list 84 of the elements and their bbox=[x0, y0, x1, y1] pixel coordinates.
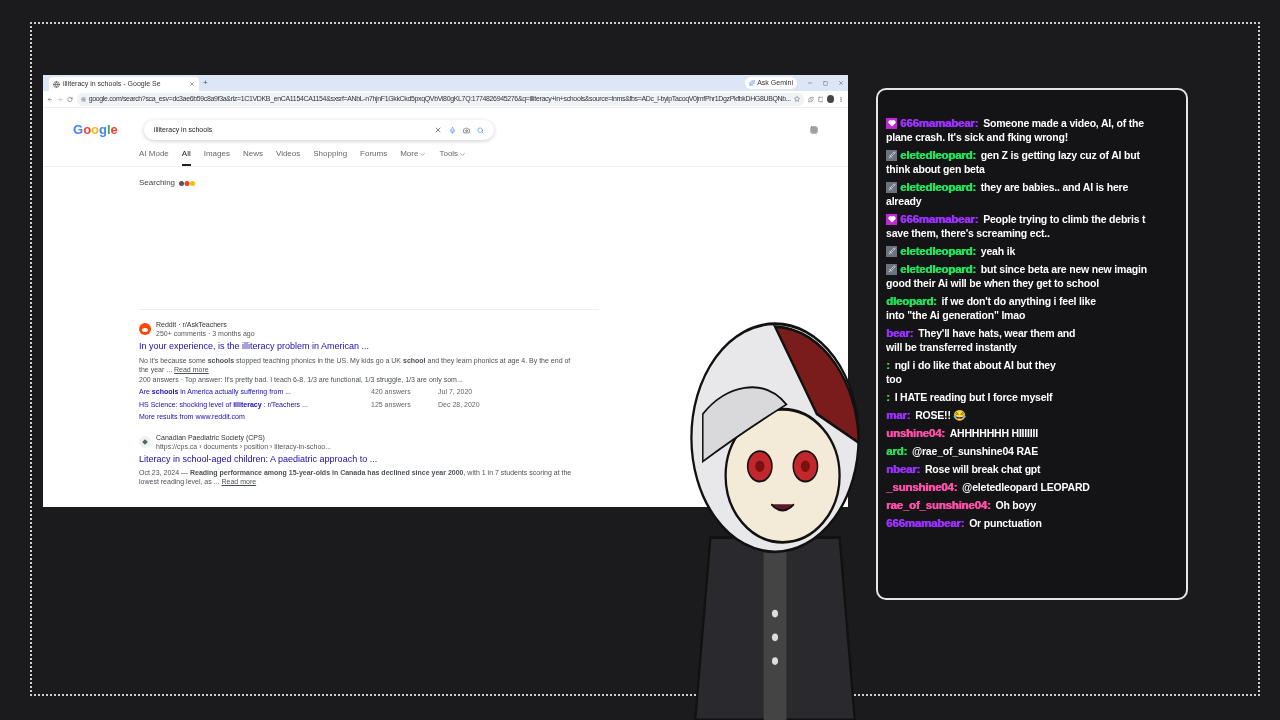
back-icon[interactable] bbox=[47, 95, 53, 103]
chat-message: good their Ai will be when they get to school bbox=[886, 276, 1100, 290]
chat-message: @rae_of_sunshine04 RAE bbox=[911, 444, 1038, 458]
chat-username: mar: bbox=[886, 408, 911, 422]
status-text: Searching bbox=[139, 177, 176, 189]
chat-username: 666mamabear: bbox=[900, 116, 979, 130]
chat-message: into "the Ai generation" lmao bbox=[886, 308, 1027, 322]
chat-message: Oh boyy bbox=[995, 498, 1037, 512]
search-icon[interactable] bbox=[476, 126, 484, 134]
chat-message: will be transferred instantly bbox=[886, 340, 1018, 354]
reload-icon[interactable] bbox=[66, 95, 73, 103]
maximize-icon[interactable] bbox=[823, 80, 828, 86]
chat-username: ard: bbox=[886, 444, 907, 458]
chat-message: too bbox=[886, 372, 903, 386]
clear-icon[interactable] bbox=[433, 126, 442, 134]
microphone-icon[interactable] bbox=[448, 126, 456, 134]
search-tab[interactable]: AI Mode bbox=[139, 148, 169, 166]
site-logo-icon bbox=[139, 435, 151, 448]
new-tab-button[interactable]: + bbox=[203, 77, 208, 89]
search-tab[interactable]: More bbox=[400, 148, 427, 166]
search-tab[interactable]: Forums bbox=[360, 148, 388, 166]
globe-icon bbox=[53, 80, 60, 88]
chat-username: eletedleopard: bbox=[900, 262, 976, 276]
site-logo-icon bbox=[139, 323, 151, 335]
chat-message: think about gen beta bbox=[886, 162, 986, 176]
chat-username: unshine04: bbox=[886, 426, 945, 440]
chat-message: I HATE reading but I force myself bbox=[894, 390, 1053, 404]
chat-username: eletedleopard: bbox=[900, 244, 976, 258]
chat-username: : bbox=[886, 358, 890, 372]
search-tab[interactable]: Images bbox=[203, 148, 230, 166]
profile-avatar[interactable] bbox=[827, 95, 835, 103]
search-tab[interactable]: Videos bbox=[275, 148, 301, 166]
chat-username: _sunshine04: bbox=[886, 480, 958, 494]
chat-username: eletedleopard: bbox=[900, 180, 976, 194]
sword-badge-icon bbox=[886, 149, 897, 161]
chat-message: but since beta are new new imagin bbox=[980, 262, 1147, 276]
chat-message: ROSE!! 😂 bbox=[915, 408, 967, 422]
sparkle-icon bbox=[749, 80, 756, 86]
chat-message: They'll have hats, wear them and bbox=[918, 326, 1076, 340]
site-settings-icon bbox=[80, 96, 86, 102]
chat-message: @eletedleopard LEOPARD bbox=[962, 480, 1090, 494]
extensions-icon[interactable] bbox=[807, 95, 814, 103]
result-title-link[interactable]: Literacy in school-aged children: A paediatric approach to ... bbox=[139, 452, 579, 466]
chat-username: : bbox=[886, 390, 890, 404]
heart-badge-icon bbox=[886, 213, 897, 225]
chat-message: yeah ik bbox=[980, 244, 1016, 258]
search-tab[interactable]: Tools bbox=[439, 148, 467, 166]
chat-username: bear: bbox=[886, 326, 914, 340]
chat-message: Someone made a video, AI, of the bbox=[983, 116, 1144, 130]
chat-message: People trying to climb the debris t bbox=[983, 212, 1146, 226]
search-tab[interactable]: All bbox=[181, 148, 191, 166]
chat-message: gen Z is getting lazy cuz of AI but bbox=[980, 148, 1140, 162]
sword-badge-icon bbox=[886, 181, 897, 193]
heart-badge-icon bbox=[886, 117, 897, 129]
chat-message: Rose will break chat gpt bbox=[924, 462, 1041, 476]
close-icon[interactable] bbox=[838, 80, 844, 86]
chat-message: ngl i do like that about AI but they bbox=[894, 358, 1056, 372]
chat-message: AHHHHHHH HIIIIIII bbox=[949, 426, 1038, 440]
close-icon[interactable] bbox=[189, 81, 195, 87]
chat-message: they are babies.. and AI is here bbox=[980, 180, 1129, 194]
chat-username: eletedleopard: bbox=[900, 148, 976, 162]
minimize-icon[interactable] bbox=[807, 80, 813, 86]
sword-badge-icon bbox=[886, 245, 897, 257]
forward-icon[interactable] bbox=[56, 95, 63, 103]
sword-badge-icon bbox=[886, 263, 897, 275]
side-panel-icon[interactable] bbox=[817, 95, 824, 103]
bookmark-icon[interactable] bbox=[793, 96, 800, 102]
chat-message: plane crash. It's sick and fking wrong! bbox=[886, 130, 1069, 144]
loading-dots-icon bbox=[179, 180, 196, 186]
chat-username: dleopard: bbox=[886, 294, 937, 308]
chat-username: rae_of_sunshine04: bbox=[886, 498, 991, 512]
chat-username: 666mamabear: bbox=[900, 212, 979, 226]
chat-message: save them, there's screaming ect.. bbox=[886, 226, 1051, 240]
search-tab[interactable]: News bbox=[242, 148, 263, 166]
google-logo[interactable]: Google bbox=[73, 120, 118, 140]
chat-message: Or punctuation bbox=[969, 516, 1042, 530]
search-tab[interactable]: Shopping bbox=[313, 148, 348, 166]
camera-icon[interactable] bbox=[462, 126, 470, 134]
menu-icon[interactable] bbox=[838, 95, 845, 103]
chat-username: 666mamabear: bbox=[886, 516, 965, 530]
chat-username: nbear: bbox=[886, 462, 920, 476]
result-title-link[interactable]: In your experience, is the illiteracy problem in American ... bbox=[139, 340, 579, 354]
chat-message: if we don't do anything i feel like bbox=[941, 294, 1096, 308]
chat-message: already bbox=[886, 194, 923, 208]
